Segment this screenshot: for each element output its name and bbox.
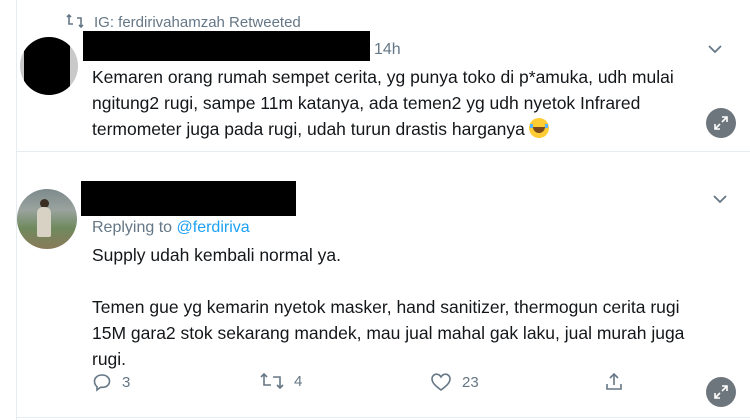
- avatar-person-body: [37, 207, 51, 237]
- reply-button[interactable]: 3: [92, 372, 130, 392]
- reply-count: 3: [122, 373, 131, 391]
- tweet-text: Kemaren orang rumah sempet cerita, yg pu…: [92, 64, 692, 142]
- heart-icon: [431, 373, 451, 392]
- tweet-text: Supply udah kembali normal ya. Temen gue…: [92, 242, 712, 372]
- tweet-actions: 3 4 23: [92, 372, 652, 400]
- tweet-time[interactable]: 14h: [374, 41, 401, 59]
- expand-icon: [714, 385, 728, 399]
- tears-of-joy-emoji: [528, 118, 549, 138]
- replying-prefix: Replying to: [92, 219, 173, 236]
- avatar[interactable]: [20, 37, 78, 95]
- like-count: 23: [462, 373, 479, 391]
- replying-handle[interactable]: @ferdiriva: [177, 219, 250, 236]
- tweet-paragraph: Temen gue yg kemarin nyetok masker, hand…: [92, 297, 685, 369]
- expand-icon: [714, 116, 728, 130]
- replying-to: Replying to @ferdiriva: [92, 219, 250, 237]
- expand-button[interactable]: [706, 108, 736, 138]
- tweet-divider: [16, 151, 750, 152]
- retweet-header: IG: ferdirivahamzah Retweeted: [66, 13, 301, 31]
- retweet-icon: [66, 13, 84, 31]
- left-edge: [0, 0, 17, 420]
- avatar[interactable]: [17, 189, 77, 249]
- retweet-button[interactable]: 4: [260, 372, 302, 390]
- tweet-paragraph: Supply udah kembali normal ya.: [92, 245, 342, 265]
- redacted-username: [83, 31, 370, 61]
- retweet-icon: [260, 372, 284, 390]
- reply-icon: [93, 374, 111, 392]
- share-button[interactable]: [604, 372, 624, 392]
- bottom-divider: [16, 417, 750, 418]
- retweet-header-text[interactable]: IG: ferdirivahamzah Retweeted: [94, 14, 301, 31]
- like-button[interactable]: 23: [430, 372, 479, 392]
- redacted-username: [81, 181, 296, 216]
- chevron-down-icon[interactable]: [706, 40, 724, 58]
- share-icon: [606, 372, 622, 390]
- redaction-block: [24, 37, 70, 95]
- tweet-text-content: Kemaren orang rumah sempet cerita, yg pu…: [92, 67, 674, 139]
- retweet-count: 4: [294, 372, 303, 390]
- chevron-down-icon[interactable]: [711, 190, 729, 208]
- expand-button[interactable]: [706, 377, 736, 407]
